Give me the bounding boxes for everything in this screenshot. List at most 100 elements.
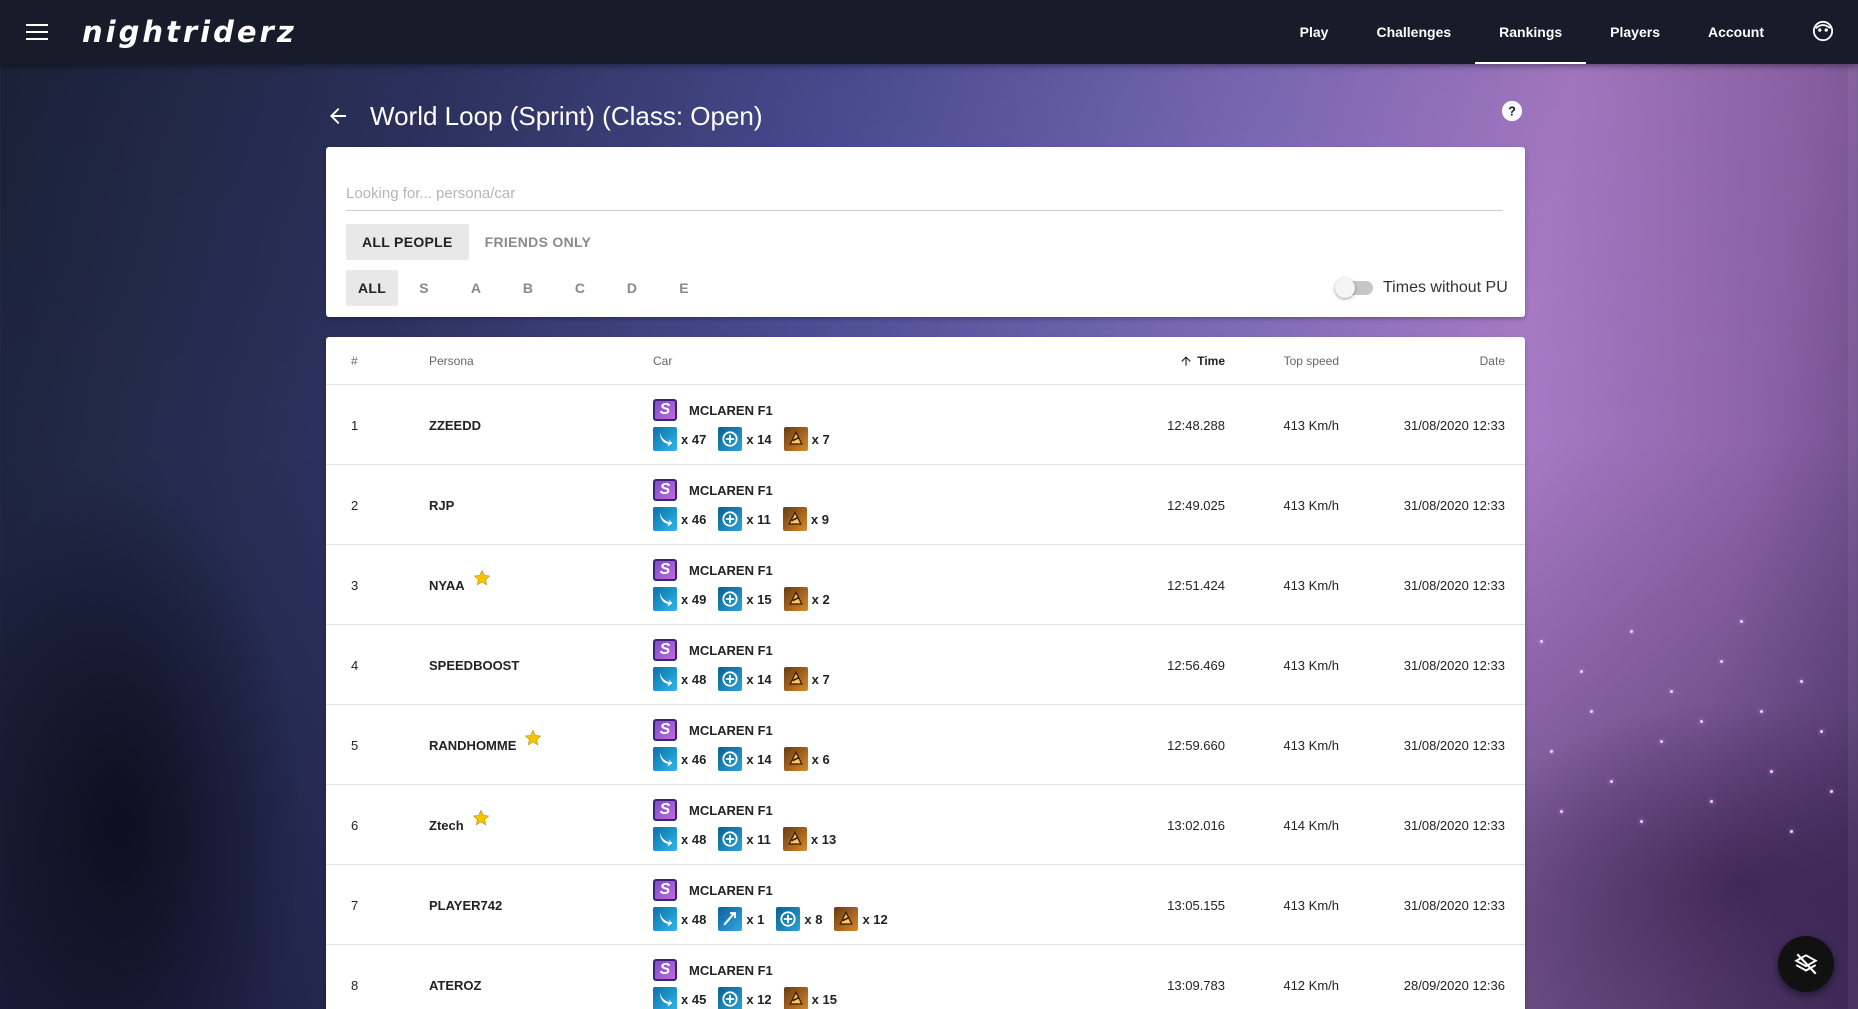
powerup-item: x 15 [783,987,837,1009]
car-name[interactable]: MCLAREN F1 [689,723,773,738]
persona-name[interactable]: RANDHOMME [429,738,516,753]
powerup-list: x 46 x 14 x 6 [653,746,842,772]
powerup-item: x 47 [653,427,706,451]
class-tab-s[interactable]: S [398,270,450,306]
class-tab-b[interactable]: B [502,270,554,306]
column-header-rank[interactable]: # [351,337,358,385]
powerup-count: x 48 [681,831,707,847]
user-avatar-icon[interactable] [1812,20,1834,42]
car-line: S MCLAREN F1 [653,398,773,422]
table-row[interactable]: 1 ZZEEDD S MCLAREN F1 x 47 x 14 x 7 12:48.288 41… [326,385,1525,465]
hide-ui-button[interactable] [1778,936,1834,992]
powerup-item: x 7 [783,667,830,691]
class-tab-c[interactable]: C [554,270,606,306]
date-cell: 28/09/2020 12:36 [1403,977,1505,993]
persona-name[interactable]: SPEEDBOOST [429,658,519,673]
persona-cell: Ztech [429,785,490,865]
table-row[interactable]: 5 RANDHOMME S MCLAREN F1 x 46 x 14 x 6 12:59.66… [326,705,1525,785]
time-cell: 12:56.469 [1167,657,1225,673]
column-header-time-label: Time [1197,354,1225,368]
car-cell: S MCLAREN F1 x 48 x 1 x 8 x 12 [653,865,900,945]
help-icon[interactable]: ? [1501,100,1523,122]
layers-off-icon [1794,953,1818,975]
car-class-badge: S [653,479,677,501]
table-row[interactable]: 8 ATEROZ S MCLAREN F1 x 45 x 12 x 15 13:09.783 4… [326,945,1525,1009]
top-speed-cell: 413 Km/h [1283,577,1339,593]
class-tab-e[interactable]: E [658,270,710,306]
car-name[interactable]: MCLAREN F1 [689,403,773,418]
juggernaut-icon [783,587,808,611]
back-arrow-icon[interactable] [326,104,350,128]
column-header-car[interactable]: Car [653,337,672,385]
column-header-persona[interactable]: Persona [429,337,474,385]
car-name[interactable]: MCLAREN F1 [689,803,773,818]
persona-name[interactable]: ATEROZ [429,978,481,993]
star-icon [525,729,542,746]
column-header-top-speed[interactable]: Top speed [1284,337,1339,385]
table-row[interactable]: 7 PLAYER742 S MCLAREN F1 x 48 x 1 x 8 x 12 13:05… [326,865,1525,945]
car-name[interactable]: MCLAREN F1 [689,643,773,658]
class-tab-all[interactable]: ALL [346,270,399,306]
nitrous-icon [653,987,677,1009]
app-logo[interactable]: nightriderz [82,15,297,49]
car-name[interactable]: MCLAREN F1 [689,563,773,578]
powerup-item: x 14 [718,747,772,771]
tab-friends-only[interactable]: FRIENDS ONLY [469,224,608,260]
class-tab-d[interactable]: D [606,270,658,306]
rank-cell: 5 [351,737,359,753]
juggernaut-icon [783,427,808,451]
top-speed-cell: 413 Km/h [1283,497,1339,513]
nav-item-rankings[interactable]: Rankings [1475,0,1587,64]
powerup-count: x 12 [862,911,888,927]
car-name[interactable]: MCLAREN F1 [689,963,773,978]
class-tab-a[interactable]: A [450,270,502,306]
powerup-count: x 6 [811,751,830,767]
persona-name[interactable]: RJP [429,498,454,513]
powerup-item: x 46 [653,747,706,771]
car-name[interactable]: MCLAREN F1 [689,483,773,498]
persona-name[interactable]: Ztech [429,818,464,833]
toggle-switch[interactable] [1335,278,1373,298]
top-speed-cell: 413 Km/h [1283,657,1339,673]
persona-name[interactable]: NYAA [429,578,465,593]
top-speed-cell: 412 Km/h [1283,977,1339,993]
time-cell: 13:05.155 [1167,897,1225,913]
times-without-pu-toggle[interactable]: Times without PU [1335,270,1508,306]
powerup-list: x 45 x 12 x 15 [653,986,849,1009]
juggernaut-icon [782,507,807,531]
car-class-badge: S [653,399,677,421]
persona-cell: SPEEDBOOST [429,625,519,705]
nav-item-players[interactable]: Players [1586,0,1684,64]
table-row[interactable]: 4 SPEEDBOOST S MCLAREN F1 x 48 x 14 x 7 12:56.4… [326,625,1525,705]
city-light [1720,660,1723,663]
powerup-count: x 48 [681,911,707,927]
juggernaut-icon [834,907,859,931]
search-input[interactable] [346,177,1503,211]
persona-name[interactable]: PLAYER742 [429,898,502,913]
table-row[interactable]: 3 NYAA S MCLAREN F1 x 49 x 15 x 2 12:51.424 413 … [326,545,1525,625]
page-scrollbar[interactable] [1848,64,1858,1009]
shield-icon [718,507,743,531]
menu-icon[interactable] [26,24,48,40]
car-name[interactable]: MCLAREN F1 [689,883,773,898]
column-header-time[interactable]: Time [1179,337,1225,385]
car-class-badge: S [653,799,677,821]
table-row[interactable]: 6 Ztech S MCLAREN F1 x 48 x 11 x 13 13:02.016 41… [326,785,1525,865]
column-header-date[interactable]: Date [1480,337,1505,385]
persona-name[interactable]: ZZEEDD [429,418,481,433]
car-class-badge: S [653,559,677,581]
powerup-count: x 46 [681,511,707,527]
powerup-item: x 46 [653,507,706,531]
powerup-item: x 48 [653,827,706,851]
powerup-item: x 14 [718,427,772,451]
tab-all-people[interactable]: ALL PEOPLE [346,224,469,260]
nav-item-challenges[interactable]: Challenges [1352,0,1475,64]
nav-item-account[interactable]: Account [1684,0,1788,64]
car-cell: S MCLAREN F1 x 48 x 11 x 13 [653,785,848,865]
class-filter-tabs: ALL S A B C D E [346,270,710,306]
powerup-count: x 11 [746,511,771,527]
nav-item-play[interactable]: Play [1276,0,1353,64]
table-row[interactable]: 2 RJP S MCLAREN F1 x 46 x 11 x 9 12:49.025 413 K… [326,465,1525,545]
city-light [1790,830,1793,833]
city-light [1770,770,1773,773]
